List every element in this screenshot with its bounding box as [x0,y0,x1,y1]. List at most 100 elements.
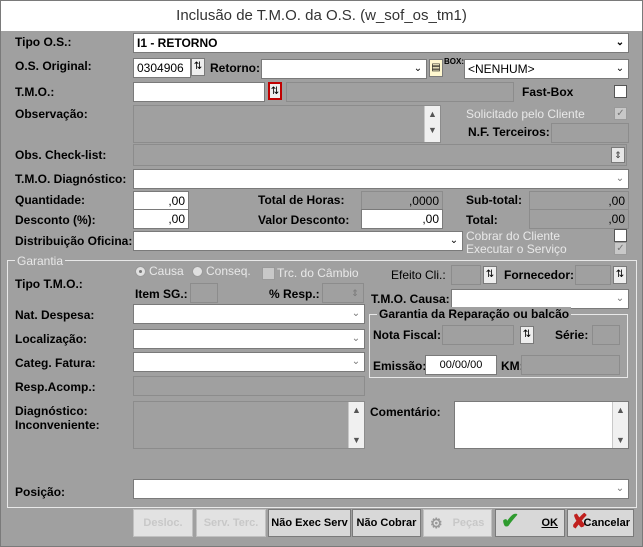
chevron-down-icon: ⌄ [615,37,625,48]
diagnostico-textarea[interactable]: ▲ ▼ [133,401,365,449]
chevron-up-icon[interactable]: ▲ [425,106,440,122]
nf-terceiros-input[interactable] [551,123,629,143]
categ-fatura-label: Categ. Fatura: [15,356,96,370]
solicitado-checkbox[interactable]: ✓ [614,107,627,120]
chevron-down-icon[interactable]: ▼ [349,432,364,448]
trc-cambio-checkbox[interactable] [262,267,275,280]
spin-arrows-icon[interactable]: ⇕ [611,147,625,163]
executar-checkbox[interactable]: ✓ [614,242,627,255]
cobrar-checkbox[interactable] [614,229,627,242]
chevron-down-icon[interactable]: ▼ [613,432,628,448]
localizacao-label: Localização: [15,332,88,346]
nota-fiscal-label: Nota Fiscal: [373,328,442,342]
garantia-group-title: Garantia [15,254,66,268]
lookup-icon[interactable]: ⇅ [268,82,282,100]
tmo-causa-label: T.M.O. Causa: [371,292,450,306]
cancelar-label: Cancelar [583,517,630,529]
ok-button[interactable]: ✔ OK [495,508,565,537]
tmo-diagnostico-select[interactable]: ⌄ [133,169,629,189]
document-icon[interactable]: ▤ [429,59,443,77]
conseq-label: Conseq. [206,264,251,278]
check-icon: ✔ [501,508,520,533]
scrollbar[interactable]: ▲ ▼ [424,106,440,142]
localizacao-select[interactable]: ⌄ [133,329,365,349]
efeito-cli-input[interactable] [451,265,481,285]
posicao-select[interactable]: ⌄ [133,479,629,499]
os-original-input[interactable]: 0304906 [133,58,191,78]
trc-cambio-label: Trc. do Câmbio [277,266,359,280]
lookup-icon[interactable]: ⇅ [520,326,534,344]
quantidade-label: Quantidade: [15,193,86,207]
parts-icon: ⚙ [430,515,443,531]
total-value: ,00 [529,209,629,229]
form-body: Tipo O.S.: I1 - RETORNO ⌄ O.S. Original: … [1,31,642,546]
tmo-label: T.M.O.: [15,85,55,99]
posicao-label: Posição: [15,485,66,499]
tmo-input[interactable] [133,82,265,102]
pecas-button[interactable]: ⚙ Peças [423,509,492,537]
resp-input[interactable]: ⇕ [322,283,364,303]
obs-checklist-textarea[interactable]: ⇕ [133,144,627,166]
cancelar-button[interactable]: ✘ Cancelar [567,509,634,537]
comentario-label: Comentário: [370,405,441,419]
lookup-icon[interactable]: ⇅ [191,58,205,76]
tipo-os-select[interactable]: I1 - RETORNO ⌄ [133,33,629,53]
chevron-up-icon[interactable]: ▲ [349,402,364,418]
chevron-up-icon[interactable]: ▲ [613,402,628,418]
nao-cobrar-button[interactable]: Não Cobrar [352,509,421,537]
nat-despesa-select[interactable]: ⌄ [133,304,365,324]
conseq-radio[interactable] [192,266,203,277]
causa-radio[interactable] [135,266,146,277]
tmo-description [286,82,514,102]
comentario-textarea[interactable]: ▲ ▼ [454,401,629,449]
serv-terc-button[interactable]: Serv. Terc. [196,509,266,537]
lookup-icon[interactable]: ⇅ [483,266,497,284]
inconveniente-label: Inconveniente: [15,418,100,432]
tipo-os-value: I1 - RETORNO [137,36,218,50]
observacao-textarea[interactable]: ▲ ▼ [133,105,441,143]
lookup-icon[interactable]: ⇅ [613,266,627,284]
spin-arrows-icon[interactable]: ⇕ [349,284,361,302]
window-title: Inclusão de T.M.O. da O.S. (w_sof_os_tm1… [1,1,642,31]
nota-fiscal-input[interactable] [442,325,514,345]
tmo-causa-select[interactable]: ⌄ [451,289,629,309]
valor-desconto-label: Valor Desconto: [258,213,350,227]
efeito-cli-label: Efeito Cli.: [391,268,446,282]
window: Inclusão de T.M.O. da O.S. (w_sof_os_tm1… [0,0,643,547]
chevron-down-icon: ⌄ [351,308,361,319]
km-input[interactable] [521,355,620,375]
chevron-down-icon[interactable]: ▼ [425,122,440,138]
fastbox-label: Fast-Box [522,85,574,99]
desconto-label: Desconto (%): [15,213,96,227]
resp-label: % Resp.: [269,287,320,301]
tmo-diagnostico-label: T.M.O. Diagnóstico: [15,172,127,186]
fornecedor-input[interactable] [575,265,611,285]
resp-acomp-input[interactable] [133,376,365,396]
retorno-select[interactable]: ⌄ [261,59,427,79]
fastbox-checkbox[interactable] [614,85,627,98]
item-sg-input[interactable] [190,283,218,303]
scrollbar[interactable]: ▲ ▼ [612,402,628,448]
reparacao-group-title: Garantia da Reparação ou balcão [377,307,572,321]
quantidade-input[interactable]: ,00 [133,191,189,211]
desloc-button[interactable]: Desloc. [133,509,193,537]
scrollbar[interactable]: ▲ ▼ [348,402,364,448]
tipo-os-label: Tipo O.S.: [15,35,72,49]
nf-terceiros-label: N.F. Terceiros: [468,125,550,139]
distribuicao-select[interactable]: ⌄ [133,231,463,251]
emissao-input[interactable]: 00/00/00 [425,355,497,375]
box-select[interactable]: <NENHUM> ⌄ [464,59,629,79]
valor-desconto-input[interactable]: ,00 [361,209,443,229]
subtotal-value: ,00 [529,191,629,211]
desconto-input[interactable]: ,00 [133,209,189,229]
serie-input[interactable] [592,325,620,345]
chevron-down-icon: ⌄ [351,333,361,344]
categ-fatura-select[interactable]: ⌄ [133,352,365,372]
cobrar-label: Cobrar do Cliente [466,229,561,243]
chevron-down-icon: ⌄ [351,356,361,367]
chevron-down-icon: ⌄ [615,293,625,304]
nao-exec-serv-button[interactable]: Não Exec Serv [268,509,351,537]
diagnostico-label: Diagnóstico: [15,404,88,418]
chevron-down-icon: ⌄ [615,63,625,74]
fornecedor-label: Fornecedor: [504,268,575,282]
